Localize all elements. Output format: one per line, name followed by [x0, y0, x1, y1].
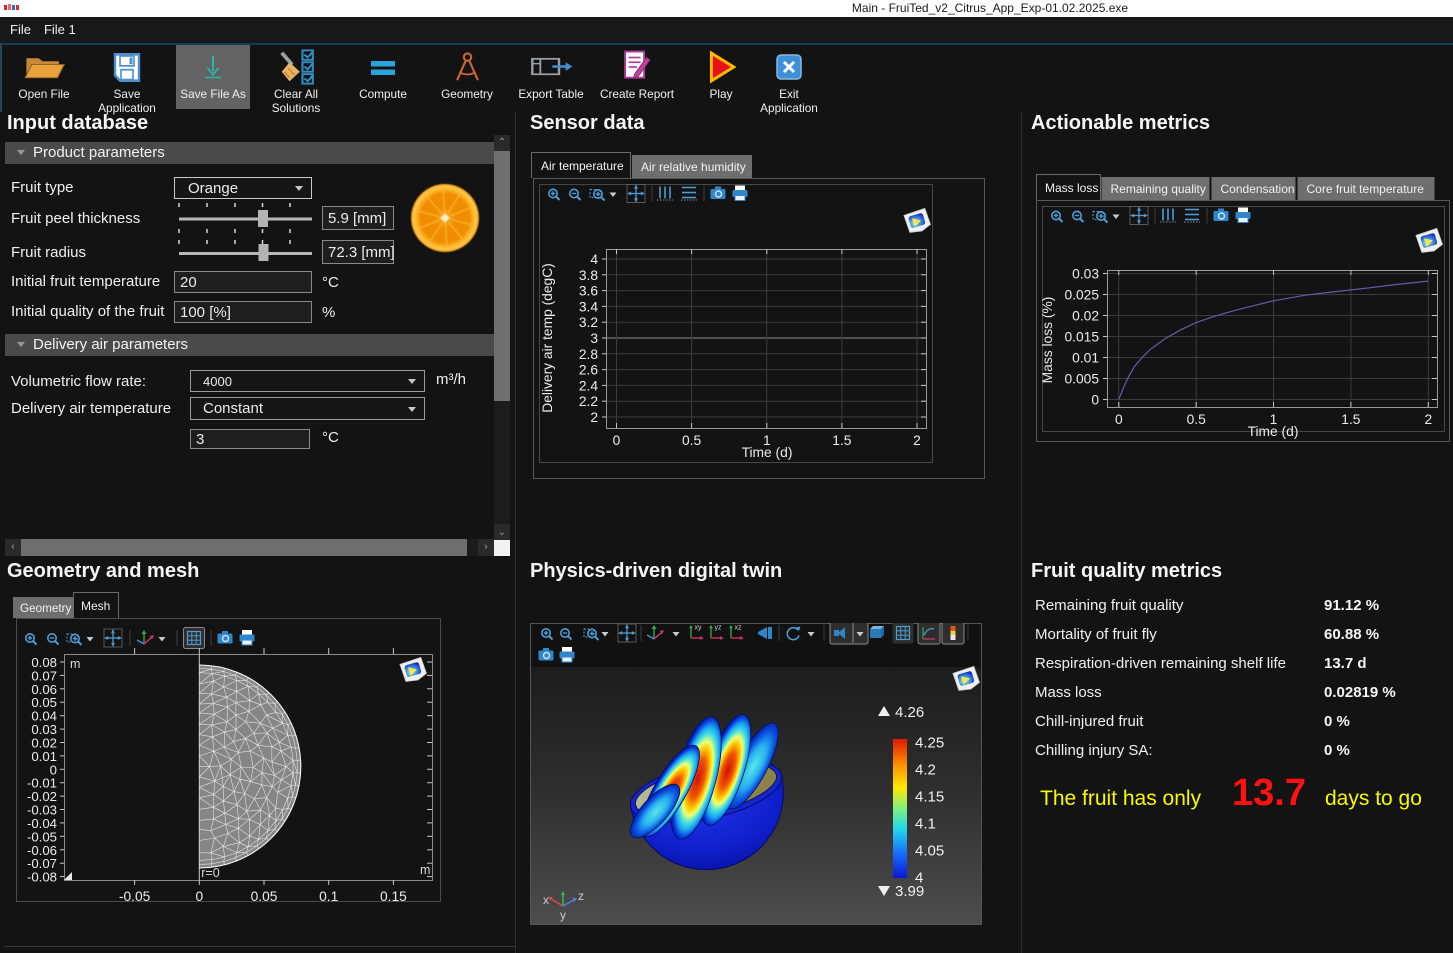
svg-text:0.5: 0.5: [1187, 412, 1207, 427]
svg-text:Air temperature: Air temperature: [541, 159, 624, 173]
svg-text:0.02: 0.02: [1072, 309, 1099, 324]
svg-text:3: 3: [590, 331, 598, 346]
svg-text:z: z: [578, 889, 584, 903]
svg-text:0.5: 0.5: [682, 433, 702, 448]
svg-text:4.26: 4.26: [895, 704, 924, 721]
svg-text:x: x: [543, 893, 549, 907]
svg-text:0.1: 0.1: [319, 889, 338, 904]
svg-text:3.4: 3.4: [579, 299, 599, 314]
svg-text:xz: xz: [735, 625, 743, 632]
svg-text:3.6: 3.6: [579, 284, 599, 299]
svg-text:Geometry: Geometry: [20, 602, 71, 615]
svg-text:Core fruit temperature: Core fruit temperature: [1307, 182, 1425, 196]
svg-text:4.15: 4.15: [915, 789, 944, 806]
svg-text:2: 2: [590, 410, 598, 425]
svg-text:Delivery air temp (degC): Delivery air temp (degC): [540, 263, 555, 413]
svg-text:4.05: 4.05: [915, 843, 944, 860]
svg-text:0.15: 0.15: [380, 889, 407, 904]
svg-text:-0.05: -0.05: [119, 889, 151, 904]
svg-text:2.2: 2.2: [579, 394, 598, 409]
svg-text:yz: yz: [715, 625, 723, 632]
svg-text:0: 0: [1091, 393, 1099, 408]
svg-text:-0.08: -0.08: [27, 870, 57, 885]
svg-text:1.5: 1.5: [832, 433, 852, 448]
svg-text:2: 2: [1424, 412, 1432, 427]
svg-text:0.025: 0.025: [1064, 288, 1099, 303]
svg-text:m: m: [420, 863, 430, 877]
svg-text:2.8: 2.8: [579, 347, 599, 362]
svg-text:Time (d): Time (d): [742, 445, 793, 460]
svg-text:0.015: 0.015: [1064, 330, 1099, 345]
svg-text:3.2: 3.2: [579, 315, 598, 330]
svg-text:y: y: [560, 908, 566, 922]
svg-text:0.01: 0.01: [1072, 351, 1099, 366]
svg-text:1.5: 1.5: [1341, 412, 1361, 427]
svg-text:0.05: 0.05: [251, 889, 278, 904]
svg-text:2.6: 2.6: [579, 363, 599, 378]
svg-text:0.03: 0.03: [1072, 267, 1099, 282]
svg-text:2: 2: [913, 433, 921, 448]
svg-text:xy: xy: [695, 625, 703, 632]
svg-text:0.005: 0.005: [1064, 372, 1099, 387]
svg-text:Air relative humidity: Air relative humidity: [641, 160, 746, 174]
svg-text:0: 0: [613, 433, 621, 448]
svg-text:Remaining quality: Remaining quality: [1111, 182, 1206, 196]
svg-text:Mesh: Mesh: [81, 599, 110, 613]
svg-text:Mass loss (%): Mass loss (%): [1040, 297, 1055, 384]
svg-text:m: m: [70, 657, 80, 671]
svg-text:0: 0: [1115, 412, 1123, 427]
svg-text:4.25: 4.25: [915, 735, 944, 752]
svg-text:4.1: 4.1: [915, 816, 936, 833]
svg-text:4.2: 4.2: [915, 762, 936, 779]
svg-text:Time (d): Time (d): [1248, 424, 1299, 439]
svg-text:2.4: 2.4: [579, 378, 599, 393]
svg-text:4: 4: [590, 252, 598, 267]
svg-text:Condensation: Condensation: [1221, 182, 1295, 196]
svg-text:0: 0: [195, 889, 203, 904]
svg-text:Mass loss: Mass loss: [1045, 181, 1098, 195]
svg-text:3.8: 3.8: [579, 268, 599, 283]
svg-text:3.99: 3.99: [895, 883, 924, 900]
